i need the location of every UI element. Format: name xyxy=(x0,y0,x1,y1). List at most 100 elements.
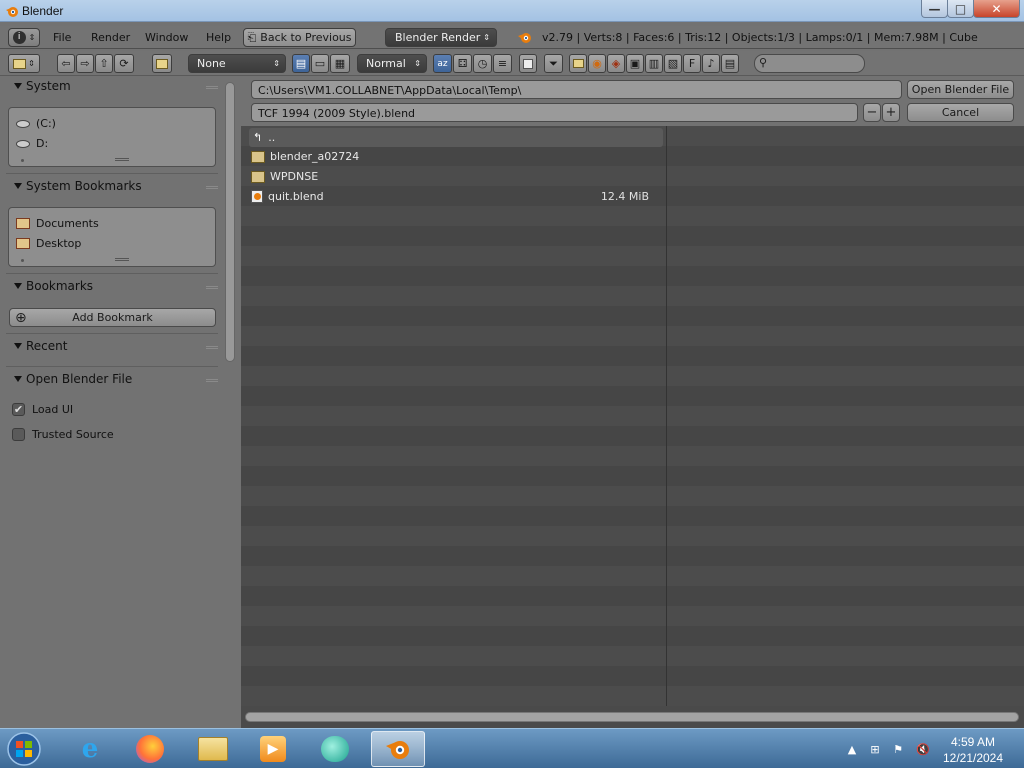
action-center-flag-icon[interactable]: ⚑ xyxy=(891,742,905,756)
render-engine-dropdown[interactable]: Blender Render ⇕ xyxy=(385,28,497,47)
taskbar-firefox[interactable] xyxy=(123,731,177,767)
drag-grip-icon[interactable] xyxy=(206,286,218,289)
panel-header-bookmarks[interactable]: Bookmarks xyxy=(8,279,218,297)
sort-extension-button[interactable]: ⚃ xyxy=(453,54,472,73)
trusted-source-label: Trusted Source xyxy=(32,428,114,441)
firefox-icon xyxy=(136,735,164,763)
list-item[interactable]: D: xyxy=(16,137,48,150)
taskbar-media-player[interactable]: ▶ xyxy=(246,731,300,767)
folder-icon xyxy=(572,59,584,68)
system-clock[interactable]: 4:59 AM 12/21/2024 xyxy=(930,734,1016,766)
list-resize-grip[interactable] xyxy=(115,258,129,261)
editor-type-button[interactable]: i ⇕ xyxy=(8,28,40,47)
filter-text-button[interactable]: ▤ xyxy=(721,54,739,73)
start-orb-icon[interactable] xyxy=(4,730,44,768)
filter-backup-button[interactable]: ◈ xyxy=(607,54,625,73)
window-titlebar[interactable]: Blender — □ ✕ xyxy=(0,0,1024,22)
drive-d-label: D: xyxy=(36,137,49,150)
filter-images-button[interactable]: ▣ xyxy=(626,54,644,73)
list-item[interactable]: Documents xyxy=(16,217,99,230)
file-row-folder[interactable]: blender_a02724 xyxy=(251,147,663,166)
display-size-dropdown[interactable]: Normal ⇕ xyxy=(357,54,427,73)
taskbar-file-explorer[interactable] xyxy=(186,731,240,767)
refresh-button[interactable]: ⟳ xyxy=(114,54,134,73)
forward-arrow-button[interactable]: ⇨ xyxy=(76,54,94,73)
chevron-updown-icon: ⇕ xyxy=(273,59,280,68)
minimize-button[interactable]: — xyxy=(921,0,948,18)
menu-window[interactable]: Window xyxy=(145,31,188,44)
sidebar-scrollbar[interactable] xyxy=(225,82,235,362)
panel-header-system-bookmarks[interactable]: System Bookmarks xyxy=(8,179,218,197)
text-file-icon: ▤ xyxy=(724,57,736,70)
filter-movies-button[interactable]: ▥ xyxy=(645,54,663,73)
bookmark-documents-label: Documents xyxy=(36,217,99,230)
filter-fonts-button[interactable]: F xyxy=(683,54,701,73)
recent-dirs-dropdown[interactable]: None ⇕ xyxy=(188,54,286,73)
new-directory-button[interactable] xyxy=(152,54,172,73)
file-row-folder[interactable]: WPDNSE xyxy=(251,167,663,186)
sort-alpha-button[interactable]: az xyxy=(433,54,452,73)
drag-grip-icon[interactable] xyxy=(206,346,218,349)
increment-filename-button[interactable]: + xyxy=(882,103,900,122)
drag-grip-icon[interactable] xyxy=(206,379,218,382)
trusted-source-checkbox[interactable]: Trusted Source xyxy=(12,428,114,441)
menu-render[interactable]: Render xyxy=(91,31,130,44)
search-input[interactable]: ⚲ xyxy=(754,54,865,73)
file-list[interactable]: ↰ .. blender_a02724 WPDNSE quit.blend 12… xyxy=(241,126,1024,712)
filter-scripts-button[interactable]: ▧ xyxy=(664,54,682,73)
network-icon[interactable]: ⊞ xyxy=(868,742,882,756)
panel-header-recent[interactable]: Recent xyxy=(8,339,218,357)
drag-grip-icon[interactable] xyxy=(206,186,218,189)
maximize-button[interactable]: □ xyxy=(947,0,974,18)
list-resize-grip[interactable] xyxy=(115,158,129,161)
taskbar-blender[interactable] xyxy=(371,731,425,767)
view-thumbnails-button[interactable]: ▦ xyxy=(330,54,350,73)
panel-header-open-options[interactable]: Open Blender File xyxy=(8,372,218,390)
show-hidden-toggle[interactable] xyxy=(519,54,537,73)
view-short-list-button[interactable]: ▤ xyxy=(292,54,310,73)
decrement-filename-button[interactable]: − xyxy=(863,103,881,122)
file-row-parent[interactable]: ↰ .. xyxy=(249,128,663,147)
horizontal-scrollbar[interactable] xyxy=(245,712,1019,722)
filter-folders-button[interactable] xyxy=(569,54,587,73)
show-hidden-icons-icon[interactable]: ▲ xyxy=(845,742,859,756)
filter-sounds-button[interactable]: ♪ xyxy=(702,54,720,73)
filter-toggle-button[interactable]: ⏷ xyxy=(544,54,563,73)
close-button[interactable]: ✕ xyxy=(973,0,1020,18)
load-ui-checkbox[interactable]: ✔ Load UI xyxy=(12,403,73,416)
back-to-previous-button[interactable]: ⎗ Back to Previous xyxy=(243,28,356,47)
volume-muted-icon[interactable]: 🔇 xyxy=(916,742,930,756)
menu-file[interactable]: File xyxy=(53,31,71,44)
filter-blend-button[interactable]: ◉ xyxy=(588,54,606,73)
blend-file-icon xyxy=(251,190,263,203)
editor-type-button[interactable]: ⇕ xyxy=(8,54,40,73)
sort-size-button[interactable]: ≡ xyxy=(493,54,512,73)
add-bookmark-button[interactable]: ⊕ Add Bookmark xyxy=(9,308,216,327)
list-item[interactable]: Desktop xyxy=(16,237,81,250)
open-blender-file-button[interactable]: Open Blender File xyxy=(907,80,1014,99)
sort-time-button[interactable]: ◷ xyxy=(473,54,492,73)
chevron-updown-icon: ⇕ xyxy=(28,33,36,42)
triangle-down-icon xyxy=(14,376,22,382)
clock-date: 12/21/2024 xyxy=(942,751,1004,765)
parent-dir-button[interactable]: ⇧ xyxy=(95,54,113,73)
folder-icon xyxy=(198,737,228,761)
panel-header-system[interactable]: System xyxy=(8,79,218,97)
file-row-blend[interactable]: quit.blend 12.4 MiB xyxy=(251,187,663,206)
taskbar-messenger[interactable] xyxy=(308,731,362,767)
view-long-list-button[interactable]: ▭ xyxy=(311,54,329,73)
blend-file-icon: ◉ xyxy=(592,57,602,70)
panel-title-system-bookmarks: System Bookmarks xyxy=(26,179,142,193)
internet-explorer-icon: e xyxy=(81,734,99,764)
menu-help[interactable]: Help xyxy=(206,31,231,44)
filename-field[interactable]: TCF 1994 (2009 Style).blend xyxy=(251,103,858,122)
triangle-down-icon xyxy=(14,83,22,89)
back-arrow-button[interactable]: ⇦ xyxy=(57,54,75,73)
taskbar-internet-explorer[interactable]: e xyxy=(63,731,117,767)
cancel-button[interactable]: Cancel xyxy=(907,103,1014,122)
bookmark-desktop-label: Desktop xyxy=(36,237,82,250)
directory-path-field[interactable]: C:\Users\VM1.COLLABNET\AppData\Local\Tem… xyxy=(251,80,902,99)
info-icon: i xyxy=(12,31,26,44)
list-item[interactable]: (C:) xyxy=(16,117,56,130)
drag-grip-icon[interactable] xyxy=(206,86,218,89)
